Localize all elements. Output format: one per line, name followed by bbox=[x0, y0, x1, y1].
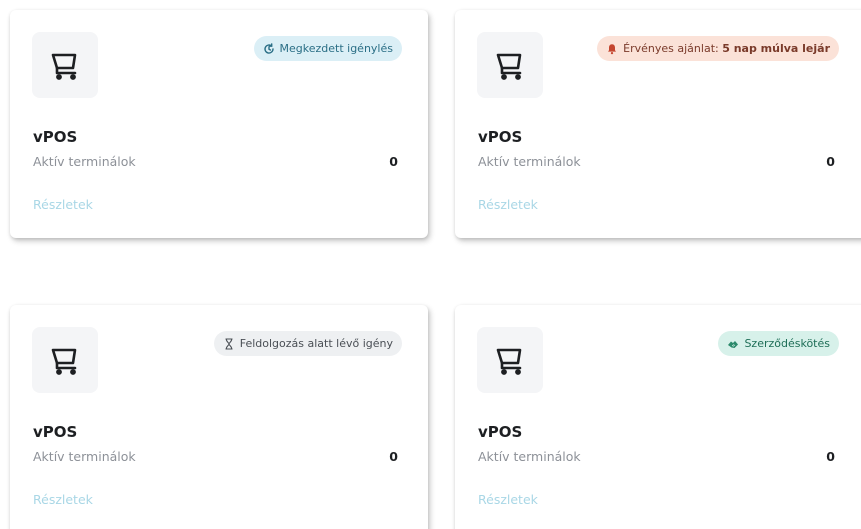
vpos-card: Szerződéskötés vPOS Aktív terminálok 0 R… bbox=[455, 305, 861, 529]
bell-icon bbox=[608, 43, 617, 54]
vpos-card-grid: Megkezdett igénylés vPOS Aktív terminálo… bbox=[0, 0, 861, 529]
cart-icon-box bbox=[477, 32, 543, 98]
vpos-card: Érvényes ajánlat: 5 nap múlva lejár vPOS… bbox=[455, 10, 861, 238]
cart-icon bbox=[51, 53, 77, 80]
status-badge-text: Feldolgozás alatt lévő igény bbox=[239, 337, 393, 350]
status-badge-emphasis: 5 nap múlva lejár bbox=[722, 42, 830, 55]
refresh-icon bbox=[263, 42, 274, 54]
hourglass-icon bbox=[225, 337, 233, 350]
active-terminals-row: Aktív terminálok 0 bbox=[478, 449, 835, 464]
active-terminals-label: Aktív terminálok bbox=[478, 154, 581, 169]
cart-icon bbox=[496, 53, 522, 80]
product-title: vPOS bbox=[33, 128, 78, 146]
cart-icon bbox=[51, 348, 77, 375]
cart-icon-box bbox=[477, 327, 543, 393]
active-terminals-count: 0 bbox=[389, 449, 398, 464]
vpos-card: Feldolgozás alatt lévő igény vPOS Aktív … bbox=[10, 305, 428, 529]
active-terminals-label: Aktív terminálok bbox=[478, 449, 581, 464]
handshake-icon bbox=[728, 340, 739, 348]
active-terminals-label: Aktív terminálok bbox=[33, 449, 136, 464]
active-terminals-count: 0 bbox=[826, 154, 835, 169]
status-badge: Megkezdett igénylés bbox=[253, 36, 402, 61]
details-link[interactable]: Részletek bbox=[33, 492, 93, 507]
active-terminals-row: Aktív terminálok 0 bbox=[33, 154, 398, 169]
status-badge: Szerződéskötés bbox=[718, 331, 839, 356]
product-title: vPOS bbox=[478, 423, 523, 441]
cart-icon-box bbox=[32, 32, 98, 98]
cart-icon bbox=[496, 348, 522, 375]
status-badge-text: Érvényes ajánlat: 5 nap múlva lejár bbox=[623, 42, 830, 55]
active-terminals-count: 0 bbox=[389, 154, 398, 169]
status-badge-prefix: Érvényes ajánlat: bbox=[623, 42, 723, 55]
details-link[interactable]: Részletek bbox=[478, 197, 538, 212]
cart-icon-box bbox=[32, 327, 98, 393]
product-title: vPOS bbox=[33, 423, 78, 441]
active-terminals-label: Aktív terminálok bbox=[33, 154, 136, 169]
details-link[interactable]: Részletek bbox=[33, 197, 93, 212]
active-terminals-row: Aktív terminálok 0 bbox=[478, 154, 835, 169]
status-badge-text: Megkezdett igénylés bbox=[279, 42, 393, 55]
product-title: vPOS bbox=[478, 128, 523, 146]
status-badge-text: Szerződéskötés bbox=[744, 337, 830, 350]
status-badge: Érvényes ajánlat: 5 nap múlva lejár bbox=[597, 36, 839, 61]
active-terminals-count: 0 bbox=[826, 449, 835, 464]
details-link[interactable]: Részletek bbox=[478, 492, 538, 507]
status-badge: Feldolgozás alatt lévő igény bbox=[213, 331, 402, 356]
vpos-card: Megkezdett igénylés vPOS Aktív terminálo… bbox=[10, 10, 428, 238]
active-terminals-row: Aktív terminálok 0 bbox=[33, 449, 398, 464]
